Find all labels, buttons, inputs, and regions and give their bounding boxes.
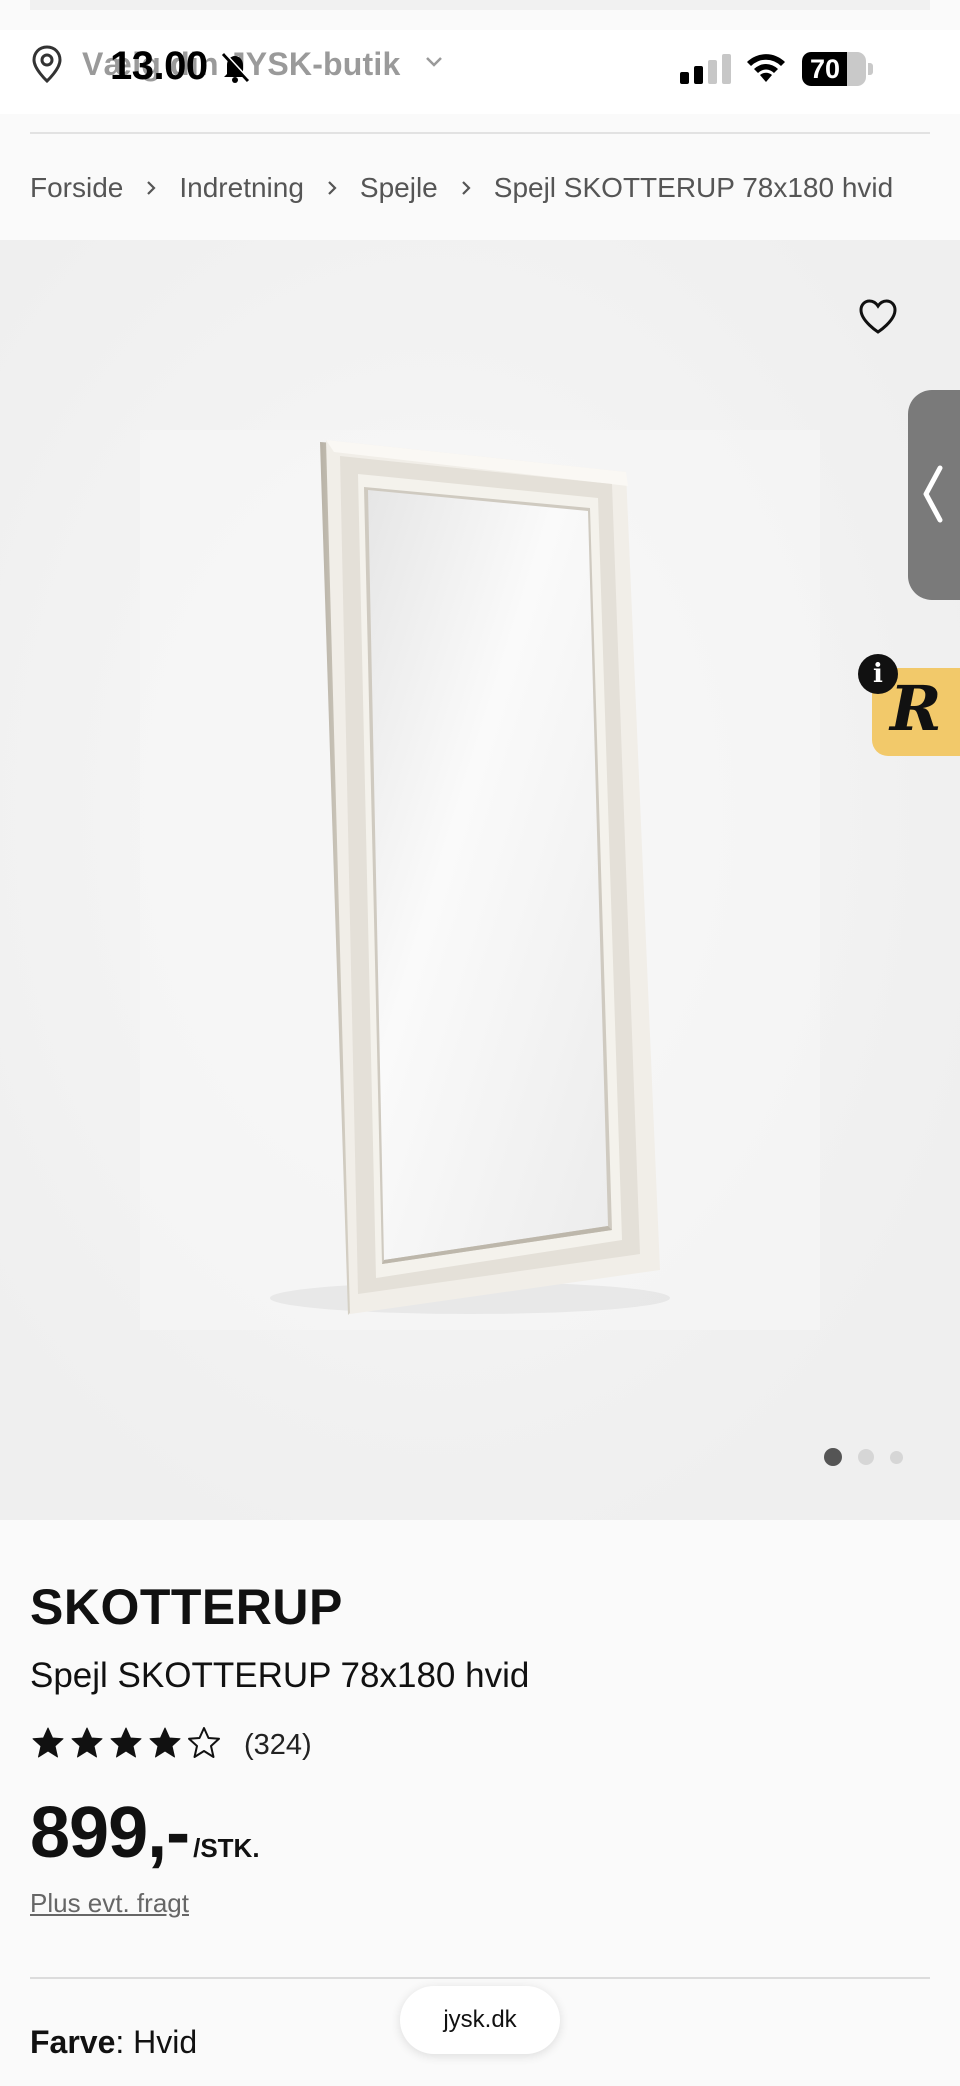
color-attribute: Farve: Hvid bbox=[30, 2024, 198, 2060]
location-pin-icon bbox=[30, 44, 64, 84]
star-filled-icon bbox=[108, 1726, 144, 1765]
bell-muted-icon bbox=[218, 50, 252, 89]
color-label: Farve bbox=[30, 2024, 116, 2060]
battery-level: 70 bbox=[809, 54, 841, 84]
pagination-dot[interactable] bbox=[890, 1450, 903, 1464]
product-brand: SKOTTERUP bbox=[30, 1579, 343, 1635]
section-divider bbox=[30, 1977, 930, 1979]
star-filled-icon bbox=[147, 1726, 183, 1765]
price-row: 899,- /STK. bbox=[30, 1792, 260, 1874]
shipping-note-link[interactable]: Plus evt. fragt bbox=[30, 1888, 189, 1919]
product-rating[interactable]: (324) bbox=[30, 1726, 312, 1765]
cellular-signal-icon bbox=[680, 54, 731, 84]
chevron-right-icon bbox=[460, 179, 472, 197]
gallery-pagination bbox=[824, 1448, 903, 1466]
header-divider bbox=[30, 132, 930, 134]
breadcrumb-item-forside[interactable]: Forside bbox=[30, 172, 123, 204]
chevron-left-icon bbox=[923, 465, 943, 523]
info-icon[interactable]: i bbox=[858, 654, 898, 694]
pagination-dot-active[interactable] bbox=[824, 1448, 842, 1466]
color-value: Hvid bbox=[133, 2024, 198, 2060]
battery-cap bbox=[868, 63, 873, 75]
side-panel-tab[interactable] bbox=[908, 390, 960, 600]
pagination-dot[interactable] bbox=[858, 1449, 874, 1465]
product-price: 899,- bbox=[30, 1793, 190, 1873]
status-time: 13.00 bbox=[110, 44, 208, 88]
favorite-heart-icon[interactable] bbox=[858, 298, 898, 341]
breadcrumb-item-indretning[interactable]: Indretning bbox=[179, 172, 304, 204]
top-strip bbox=[30, 0, 930, 10]
wifi-icon bbox=[744, 52, 788, 91]
breadcrumb-item-spejle[interactable]: Spejle bbox=[360, 172, 438, 204]
product-name: Spejl SKOTTERUP 78x180 hvid bbox=[30, 1656, 530, 1695]
battery-indicator: 70 bbox=[802, 52, 866, 86]
product-image bbox=[0, 240, 960, 1520]
browser-url-pill[interactable]: jysk.dk bbox=[400, 1986, 560, 2054]
breadcrumb-item-current: Spejl SKOTTERUP 78x180 hvid bbox=[493, 172, 894, 203]
extension-logo-icon: R bbox=[890, 672, 942, 745]
chevron-right-icon bbox=[145, 179, 157, 197]
breadcrumb: Forside Indretning Spejle Spejl SKOTTERU… bbox=[30, 172, 893, 204]
review-count: (324) bbox=[244, 1729, 312, 1761]
chevron-right-icon bbox=[326, 179, 338, 197]
price-unit: /STK. bbox=[193, 1833, 260, 1863]
rating-stars bbox=[30, 1726, 222, 1765]
product-image-gallery[interactable] bbox=[0, 240, 960, 1520]
star-filled-icon bbox=[30, 1726, 66, 1765]
star-filled-icon bbox=[69, 1726, 105, 1765]
star-empty-icon bbox=[186, 1726, 222, 1765]
chevron-down-icon bbox=[425, 55, 443, 73]
